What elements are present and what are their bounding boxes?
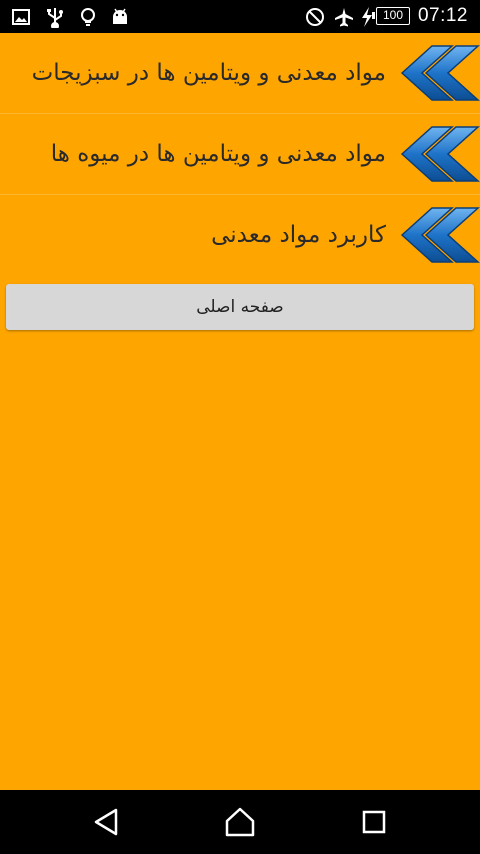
status-time: 07:12: [417, 5, 468, 26]
do-not-disturb-icon: [306, 8, 324, 26]
double-chevron-left-icon: [400, 45, 480, 101]
menu-item-label: مواد معدنی و ویتامین ها در میوه ها: [50, 141, 386, 167]
menu-item-label: کاربرد مواد معدنی: [211, 222, 386, 248]
home-icon[interactable]: [220, 804, 260, 840]
lightbulb-icon: [81, 8, 95, 26]
double-chevron-left-icon: [400, 207, 480, 263]
airplane-icon: [335, 8, 353, 27]
status-bar: 100 07:12: [0, 0, 480, 33]
home-page-button[interactable]: صفحه اصلی: [6, 284, 474, 330]
main-content: مواد معدنی و ویتامین ها در سبزیجات مواد …: [0, 33, 480, 790]
navigation-bar: [0, 790, 480, 854]
image-icon: [12, 9, 30, 25]
android-icon: [113, 8, 127, 24]
usb-icon: [47, 8, 63, 28]
recents-icon[interactable]: [354, 804, 394, 840]
back-icon[interactable]: [86, 804, 126, 840]
menu-item-mineral-uses[interactable]: کاربرد مواد معدنی: [0, 195, 480, 275]
menu-item-label: مواد معدنی و ویتامین ها در سبزیجات: [31, 60, 386, 86]
battery-icon: 100: [372, 7, 410, 25]
double-chevron-left-icon: [400, 126, 480, 182]
menu-item-fruits[interactable]: مواد معدنی و ویتامین ها در میوه ها: [0, 114, 480, 195]
menu-item-vegetables[interactable]: مواد معدنی و ویتامین ها در سبزیجات: [0, 33, 480, 114]
